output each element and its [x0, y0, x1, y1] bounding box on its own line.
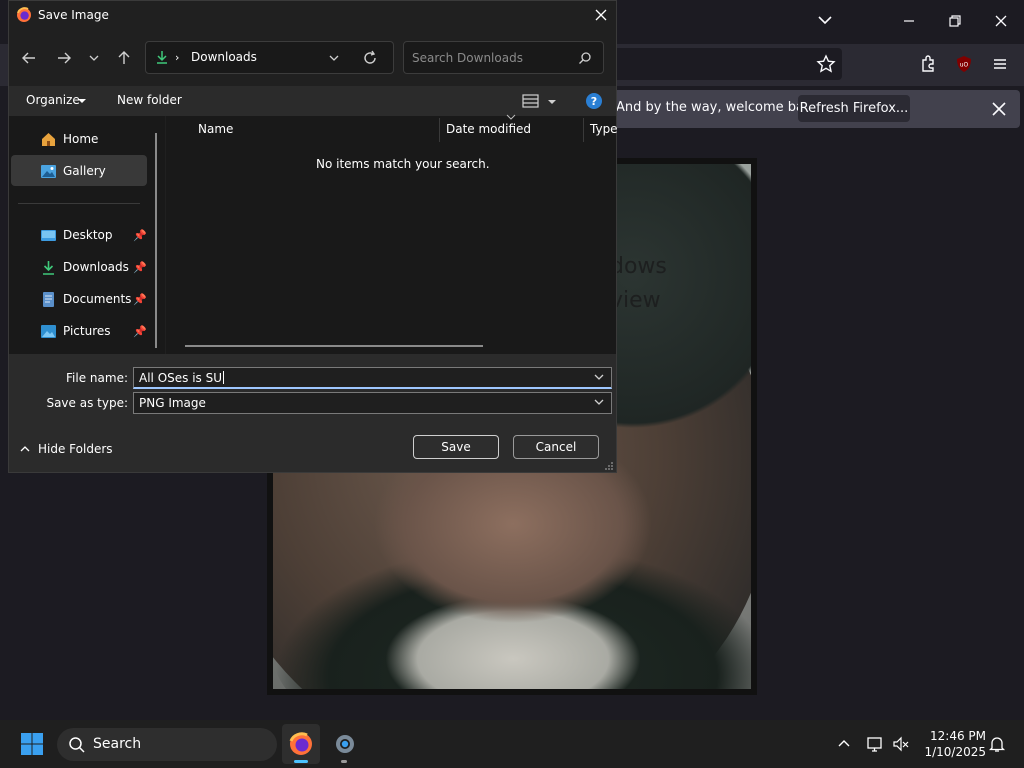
nav-item-documents[interactable]: Documents — [40, 287, 131, 311]
nav-item-gallery[interactable]: Gallery — [40, 159, 106, 183]
home-icon — [40, 131, 57, 148]
infobar-close-icon[interactable] — [989, 99, 1009, 119]
url-bar[interactable] — [600, 48, 842, 80]
save-as-type-chevron-icon[interactable] — [593, 396, 605, 408]
nav-item-label: Gallery — [63, 164, 106, 178]
svg-text:?: ? — [591, 95, 597, 108]
pin-icon: 📌 — [133, 261, 147, 274]
nav-item-label: Pictures — [63, 324, 111, 338]
clock-time[interactable]: 12:46 PM — [906, 729, 986, 743]
clock-date[interactable]: 1/10/2025 — [906, 745, 986, 759]
breadcrumb-separator-icon: › — [175, 51, 180, 64]
address-bar[interactable] — [145, 41, 394, 74]
system-tray-chevron-up-icon[interactable] — [836, 736, 852, 752]
save-as-type-select[interactable]: PNG Image — [133, 392, 612, 414]
refresh-icon[interactable] — [362, 50, 378, 66]
svg-text:uO: uO — [960, 62, 969, 69]
windows-start-icon[interactable] — [20, 732, 44, 756]
ublock-origin-icon[interactable]: uO — [954, 54, 974, 74]
file-name-label: File name: — [66, 371, 128, 385]
desktop-icon — [40, 227, 57, 244]
hide-folders-button[interactable]: Hide Folders — [20, 442, 113, 456]
nav-item-desktop[interactable]: Desktop — [40, 223, 113, 247]
file-name-dropdown-chevron-icon[interactable] — [593, 371, 605, 383]
nav-item-pictures[interactable]: Pictures — [40, 319, 111, 343]
search-icon — [68, 736, 86, 754]
resize-grip-icon[interactable] — [604, 461, 614, 471]
address-breadcrumb[interactable]: Downloads — [191, 50, 257, 64]
help-icon[interactable]: ? — [585, 92, 603, 110]
download-icon — [40, 259, 57, 276]
new-folder-button[interactable]: New folder — [117, 93, 182, 107]
dialog-close-icon[interactable] — [592, 6, 610, 24]
view-options-icon[interactable] — [522, 93, 540, 109]
empty-list-message: No items match your search. — [316, 157, 490, 171]
taskbar-search-box[interactable] — [57, 728, 277, 761]
notification-bell-icon[interactable] — [988, 735, 1006, 753]
image-caption-line1: dows — [610, 254, 667, 279]
sort-chevron-icon — [506, 114, 516, 120]
horizontal-scrollbar[interactable] — [185, 345, 483, 347]
document-icon — [40, 291, 57, 308]
file-name-input[interactable]: All OSes is SU — [133, 367, 612, 389]
firefox-icon — [289, 732, 313, 756]
search-placeholder: Search Downloads — [412, 51, 523, 65]
nav-scrollbar[interactable] — [155, 133, 157, 348]
firefox-logo-icon — [16, 7, 32, 23]
column-header-name[interactable]: Name — [198, 122, 233, 136]
organize-button[interactable]: Organize — [26, 93, 80, 107]
gallery-icon — [40, 163, 57, 180]
nav-divider — [18, 203, 140, 204]
save-as-type-value: PNG Image — [139, 396, 206, 410]
address-dropdown-chevron-icon[interactable] — [328, 52, 340, 64]
infobar-message: And by the way, welcome back! — [616, 100, 824, 115]
column-header-type[interactable]: Type — [590, 122, 618, 136]
extensions-puzzle-icon[interactable] — [918, 54, 938, 74]
image-caption-line2: view — [610, 288, 661, 313]
bookmark-star-icon[interactable] — [816, 54, 836, 74]
cancel-button[interactable]: Cancel — [513, 435, 599, 459]
tab-list-chevron-icon[interactable] — [815, 10, 835, 30]
file-list-pane — [166, 116, 616, 354]
restore-window-icon[interactable] — [946, 12, 964, 30]
dialog-title: Save Image — [38, 8, 109, 22]
search-icon[interactable] — [578, 51, 592, 65]
chevron-up-icon — [20, 444, 30, 454]
column-divider[interactable] — [439, 118, 440, 142]
pin-icon: 📌 — [133, 325, 147, 338]
nav-item-home[interactable]: Home — [40, 127, 98, 151]
organize-dropdown-icon[interactable] — [77, 96, 87, 106]
nav-item-label: Documents — [63, 292, 132, 306]
pictures-icon — [40, 323, 57, 340]
taskbar-search-label: Search — [93, 736, 142, 752]
forward-arrow-icon[interactable] — [53, 47, 75, 69]
nav-item-label: Home — [63, 132, 99, 146]
network-icon[interactable] — [866, 735, 884, 753]
hide-folders-label: Hide Folders — [38, 442, 113, 456]
column-divider[interactable] — [583, 118, 584, 142]
close-window-icon[interactable] — [992, 12, 1010, 30]
pin-icon: 📌 — [133, 293, 147, 306]
up-arrow-icon[interactable] — [113, 47, 135, 69]
app-menu-hamburger-icon[interactable] — [990, 54, 1010, 74]
column-header-date-modified[interactable]: Date modified — [446, 122, 531, 136]
back-arrow-icon[interactable] — [18, 47, 40, 69]
settings-gear-icon[interactable] — [333, 732, 357, 756]
file-name-value: All OSes is SU — [139, 370, 223, 385]
recent-locations-chevron-icon[interactable] — [85, 49, 103, 67]
pin-icon: 📌 — [133, 229, 147, 242]
text-cursor — [223, 371, 225, 384]
save-button[interactable]: Save — [413, 435, 499, 459]
nav-item-label: Downloads — [63, 260, 129, 274]
running-app-indicator — [341, 760, 347, 763]
refresh-firefox-button[interactable]: Refresh Firefox... — [798, 95, 910, 122]
nav-item-downloads[interactable]: Downloads — [40, 255, 129, 279]
nav-item-label: Desktop — [63, 228, 113, 242]
minimize-window-icon[interactable] — [900, 12, 918, 30]
save-as-type-label: Save as type: — [46, 396, 128, 410]
view-dropdown-icon[interactable] — [547, 97, 557, 107]
active-app-indicator — [294, 760, 308, 763]
download-icon — [154, 49, 170, 65]
